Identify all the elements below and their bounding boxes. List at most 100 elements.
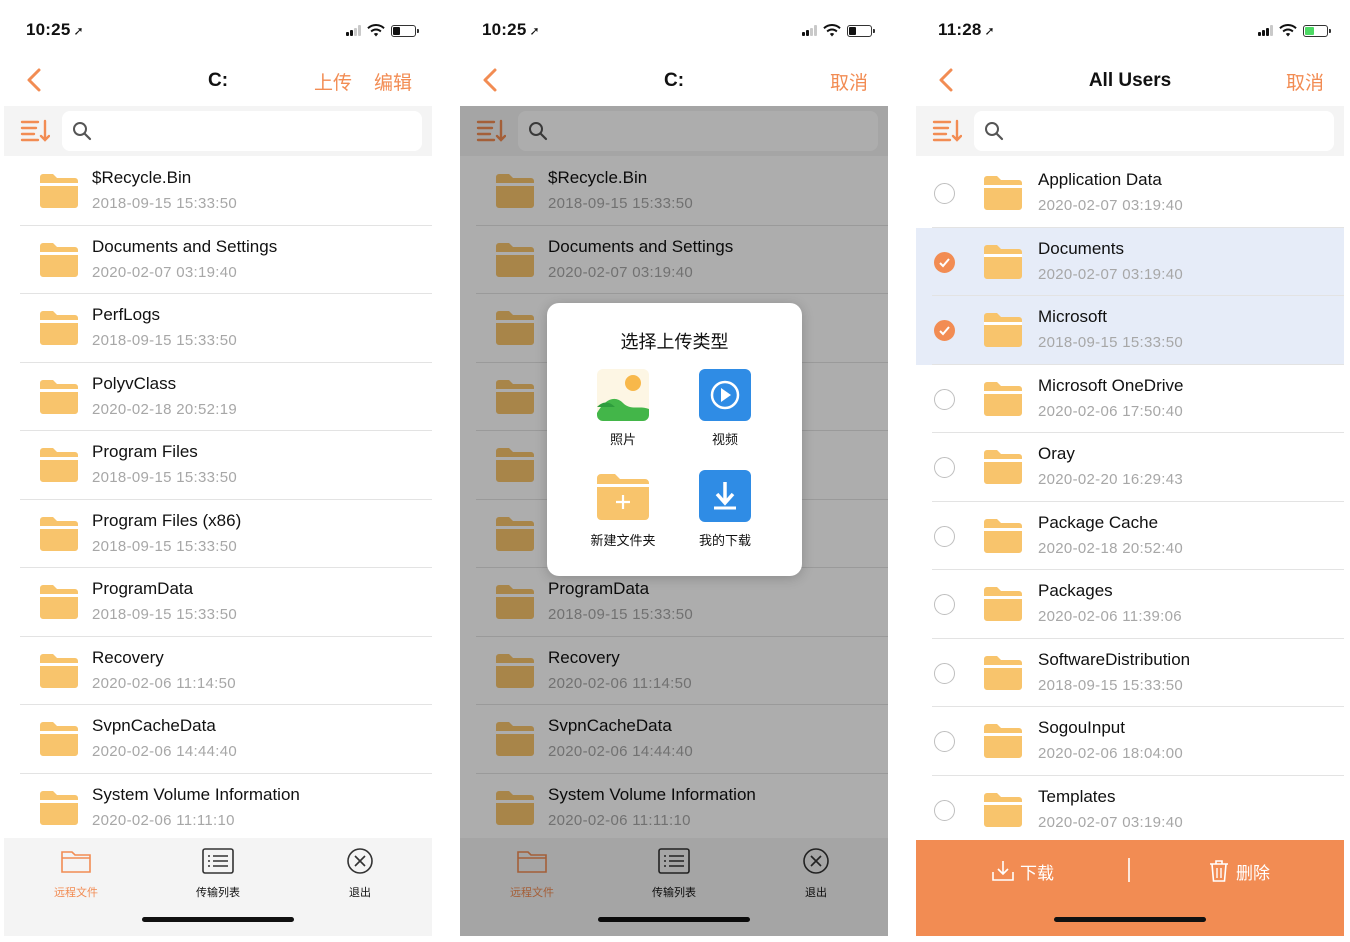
- folder-icon: [496, 790, 534, 825]
- folder-row[interactable]: SogouInput 2020-02-06 18:04:00: [916, 707, 1344, 776]
- navigation-bar: All Users 取消: [916, 56, 1344, 106]
- folder-name: Templates: [1038, 786, 1116, 806]
- sort-icon[interactable]: [932, 118, 962, 144]
- download-button[interactable]: 下载: [990, 858, 1054, 884]
- folder-row[interactable]: PolyvClass 2020-02-18 20:52:19: [4, 363, 432, 431]
- download-icon: [699, 470, 751, 522]
- folder-row[interactable]: Templates 2020-02-07 03:19:40: [916, 776, 1344, 845]
- option-label: 我的下载: [698, 533, 751, 548]
- folder-date: 2020-02-07 03:19:40: [92, 263, 237, 281]
- battery-charging-icon: [1303, 24, 1331, 37]
- folder-row[interactable]: ProgramData 2018-09-15 15:33:50: [4, 568, 432, 637]
- folder-date: 2020-02-06 11:11:10: [548, 811, 691, 829]
- folder-row-selected[interactable]: Documents 2020-02-07 03:19:40: [916, 227, 1344, 296]
- tab-exit[interactable]: 退出: [320, 846, 400, 900]
- dialog-title: 选择上传类型: [620, 332, 729, 352]
- my-downloads-option[interactable]: 我的下载: [680, 470, 770, 549]
- folder-row[interactable]: Program Files (x86) 2018-09-15 15:33:50: [4, 500, 432, 568]
- status-time: 10:25 ➚: [26, 20, 84, 40]
- folder-date: 2018-09-15 15:33:50: [92, 537, 237, 555]
- checkbox-checked[interactable]: [934, 251, 955, 273]
- folder-icon: [984, 381, 1022, 416]
- search-box[interactable]: [974, 111, 1334, 151]
- search-box[interactable]: [518, 111, 878, 151]
- folder-icon: [984, 792, 1022, 827]
- folder-row[interactable]: $Recycle.Bin 2018-09-15 15:33:50: [4, 157, 432, 226]
- folder-row[interactable]: Recovery 2020-02-06 11:14:50: [4, 637, 432, 705]
- checkbox[interactable]: [934, 183, 955, 204]
- folder-row[interactable]: Microsoft OneDrive 2020-02-06 17:50:40: [916, 365, 1344, 433]
- folder-row[interactable]: System Volume Information 2020-02-06 11:1…: [460, 774, 888, 843]
- delete-button[interactable]: 删除: [1206, 858, 1270, 884]
- video-icon: [699, 369, 751, 421]
- checkbox[interactable]: [934, 457, 955, 478]
- tab-remote-files[interactable]: 远程文件: [492, 846, 572, 900]
- page-title: All Users: [1088, 70, 1172, 91]
- folder-row[interactable]: Packages 2020-02-06 11:39:06: [916, 570, 1344, 639]
- folder-row[interactable]: SoftwareDistribution 2018-09-15 15:33:50: [916, 639, 1344, 707]
- folder-row[interactable]: Documents and Settings 2020-02-07 03:19:4…: [4, 226, 432, 294]
- folder-icon: [40, 448, 78, 482]
- folder-name: Oray: [1038, 444, 1075, 463]
- search-icon: [73, 122, 92, 141]
- tab-label: 远程文件: [510, 887, 554, 899]
- list-icon: [202, 848, 234, 874]
- folder-row[interactable]: Package Cache 2020-02-18 20:52:40: [916, 502, 1344, 570]
- new-folder-option[interactable]: 新建文件夹: [578, 470, 668, 549]
- folder-row[interactable]: $Recycle.Bin 2018-09-15 15:33:50: [460, 157, 888, 226]
- tab-remote-files[interactable]: 远程文件: [36, 846, 116, 900]
- checkbox[interactable]: [934, 388, 955, 410]
- search-box[interactable]: [62, 111, 422, 151]
- folder-row[interactable]: Recovery 2020-02-06 11:14:50: [460, 637, 888, 705]
- upload-button[interactable]: 上传: [314, 68, 352, 95]
- tab-exit[interactable]: 退出: [776, 846, 856, 900]
- search-icon: [985, 122, 1004, 141]
- cancel-button[interactable]: 取消: [830, 68, 868, 95]
- folder-row[interactable]: SvpnCacheData 2020-02-06 14:44:40: [4, 705, 432, 774]
- folder-name: Packages: [1038, 581, 1113, 600]
- checkbox[interactable]: [934, 799, 955, 821]
- action-divider: [1128, 858, 1130, 882]
- tab-transfer-list[interactable]: 传输列表: [178, 846, 258, 900]
- folder-name: Recovery: [92, 647, 164, 667]
- checkbox[interactable]: [934, 662, 955, 684]
- sort-icon[interactable]: [20, 118, 50, 144]
- sort-icon[interactable]: [476, 118, 506, 144]
- folder-row[interactable]: Oray 2020-02-20 16:29:43: [916, 433, 1344, 502]
- home-indicator: [1054, 917, 1206, 922]
- folder-row[interactable]: Documents and Settings 2020-02-07 03:19:4…: [460, 226, 888, 294]
- wifi-icon: [367, 24, 385, 37]
- folder-icon: [40, 242, 78, 277]
- folder-row[interactable]: Program Files 2018-09-15 15:33:50: [4, 431, 432, 500]
- folder-row[interactable]: SvpnCacheData 2020-02-06 14:44:40: [460, 705, 888, 774]
- folder-row[interactable]: PerfLogs 2018-09-15 15:33:50: [4, 294, 432, 363]
- checkbox[interactable]: [934, 731, 955, 752]
- file-list: $Recycle.Bin 2018-09-15 15:33:50 Document…: [4, 157, 432, 842]
- photo-option[interactable]: 照片: [578, 369, 668, 448]
- checkbox[interactable]: [934, 594, 955, 615]
- folder-date: 2020-02-07 03:19:40: [1038, 197, 1183, 214]
- tab-transfer-list[interactable]: 传输列表: [634, 846, 714, 900]
- folder-row-selected[interactable]: Microsoft 2018-09-15 15:33:50: [916, 296, 1344, 365]
- cancel-button[interactable]: 取消: [1286, 68, 1324, 95]
- checkbox[interactable]: [934, 525, 955, 547]
- video-option[interactable]: 视频: [680, 369, 770, 448]
- folder-row[interactable]: ProgramData 2018-09-15 15:33:50: [460, 568, 888, 637]
- folder-name: SogouInput: [1038, 718, 1125, 737]
- folder-row[interactable]: System Volume Information 2020-02-06 11:1…: [4, 774, 432, 843]
- folder-row[interactable]: Application Data 2020-02-07 03:19:40: [916, 159, 1344, 228]
- delete-label: 删除: [1236, 863, 1270, 883]
- checkbox-checked[interactable]: [934, 320, 955, 341]
- tab-label: 远程文件: [54, 887, 98, 899]
- folder-date: 2020-02-07 03:19:40: [1038, 265, 1183, 283]
- folder-date: 2020-02-06 14:44:40: [548, 743, 693, 760]
- battery-icon: [847, 24, 875, 37]
- folder-outline-icon: [61, 851, 91, 873]
- new-folder-icon: [597, 474, 649, 520]
- folder-icon: [496, 585, 534, 619]
- edit-button[interactable]: 编辑: [374, 68, 412, 95]
- folder-name: $Recycle.Bin: [548, 168, 648, 187]
- folder-date: 2020-02-06 11:14:50: [92, 674, 236, 692]
- folder-outline-icon: [517, 851, 547, 873]
- search-input[interactable]: [100, 111, 414, 151]
